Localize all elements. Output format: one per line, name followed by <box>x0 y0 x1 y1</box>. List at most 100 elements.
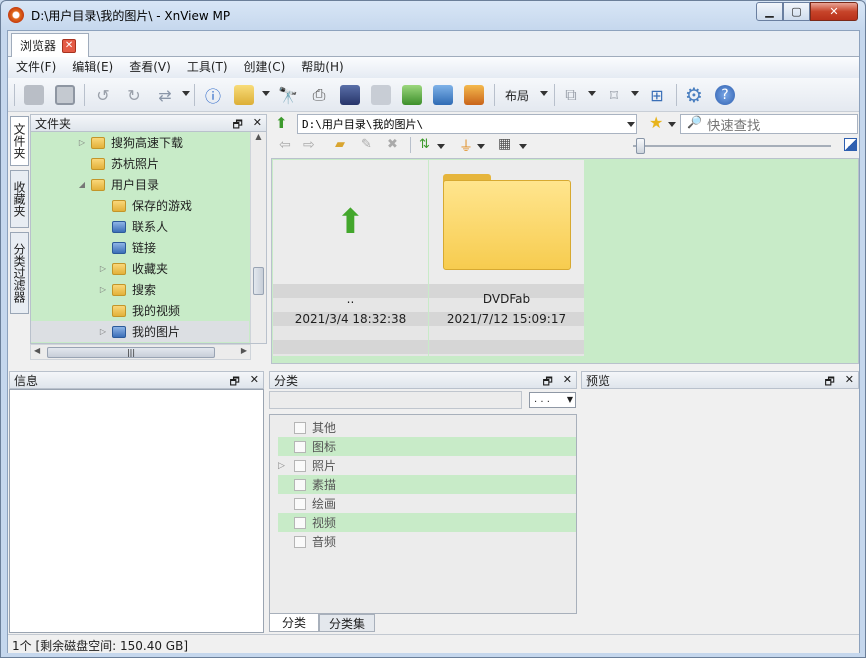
favorite-star-icon[interactable]: ★ <box>649 113 663 132</box>
category-checkbox[interactable] <box>294 497 306 510</box>
category-options-dropdown[interactable]: . . . ▼ <box>529 392 576 408</box>
thumbnail-folder[interactable]: DVDFab 2021/7/12 15:09:17 <box>429 160 584 356</box>
category-checkbox[interactable] <box>294 459 306 472</box>
compare-icon[interactable]: ⧉ <box>558 82 584 108</box>
menu-view[interactable]: 查看(V) <box>121 58 179 77</box>
category-item[interactable]: 图标 <box>278 437 576 456</box>
layout-dropdown-icon[interactable] <box>540 91 548 96</box>
tree-item[interactable]: ▷ 搜索 <box>31 279 249 300</box>
thumbnail-size-slider[interactable] <box>633 138 831 154</box>
wallpaper-icon[interactable] <box>461 82 487 108</box>
sort-dropdown-icon[interactable] <box>437 144 445 149</box>
float-panel-icon[interactable]: 🗗 <box>542 373 552 392</box>
rotate-right-icon[interactable]: ↻ <box>121 82 147 108</box>
view-mode-icon[interactable]: ▦ <box>498 136 511 152</box>
scrollbar-thumb[interactable]: ||| <box>47 347 215 358</box>
expand-icon[interactable]: ▷ <box>98 285 108 294</box>
tab-browser[interactable]: 浏览器 ✕ <box>11 33 89 57</box>
expand-icon[interactable]: ▷ <box>278 461 285 471</box>
category-item[interactable]: 绘画 <box>278 494 576 513</box>
forward-icon[interactable]: ⇨ <box>303 137 315 153</box>
slider-thumb[interactable] <box>636 138 645 154</box>
back-icon[interactable]: ⇦ <box>279 137 291 153</box>
compare-dropdown-icon[interactable] <box>588 91 596 96</box>
bookmark-dropdown-icon[interactable] <box>631 91 639 96</box>
help-icon[interactable]: ? <box>712 82 738 108</box>
category-search-input[interactable] <box>269 391 522 409</box>
category-item[interactable]: 视频 <box>278 513 576 532</box>
filter-icon[interactable]: ⏚ <box>459 136 473 156</box>
scroll-left-icon[interactable]: ◀ <box>34 346 40 355</box>
print-icon[interactable]: ⎙ <box>306 82 332 108</box>
category-checkbox[interactable] <box>294 516 306 529</box>
menu-create[interactable]: 创建(C) <box>236 58 294 77</box>
tree-item[interactable]: ▷ 搜狗高速下载 <box>31 132 249 153</box>
filter-dropdown-icon[interactable] <box>477 144 485 149</box>
rotate-left-icon[interactable]: ↺ <box>90 82 116 108</box>
expand-icon[interactable]: ▷ <box>98 327 108 336</box>
scan-icon[interactable] <box>337 82 363 108</box>
tree-item[interactable]: 联系人 <box>31 216 249 237</box>
expand-icon[interactable]: ▷ <box>77 138 87 147</box>
side-tab-favorites[interactable]: 收藏夹 <box>10 170 29 228</box>
tree-item[interactable]: ▷ 收藏夹 <box>31 258 249 279</box>
tab-category-sets[interactable]: 分类集 <box>319 614 375 632</box>
close-window-button[interactable]: ✕ <box>810 2 858 21</box>
quick-search-input[interactable] <box>680 114 858 134</box>
tree-item-selected[interactable]: ▷ 我的图片 <box>31 321 249 342</box>
batch-convert-icon[interactable] <box>368 82 394 108</box>
transform-icon[interactable]: ⇄ <box>152 82 178 108</box>
tree-vertical-scrollbar[interactable]: ▲ <box>250 132 266 343</box>
transform-dropdown-icon[interactable] <box>182 91 190 96</box>
menu-tools[interactable]: 工具(T) <box>179 58 236 77</box>
maximize-button[interactable]: ▢ <box>783 2 810 21</box>
category-checkbox[interactable] <box>294 421 306 434</box>
delete-icon[interactable]: ✖ <box>387 137 398 152</box>
menu-help[interactable]: 帮助(H) <box>293 58 351 77</box>
expand-icon[interactable]: ▷ <box>98 264 108 273</box>
open-with-dropdown-icon[interactable] <box>262 91 270 96</box>
menu-file[interactable]: 文件(F) <box>8 58 64 77</box>
path-dropdown-icon[interactable] <box>627 122 635 127</box>
scrollbar-thumb[interactable] <box>253 267 264 295</box>
new-folder-icon[interactable]: ▰ <box>335 137 345 152</box>
settings-gear-icon[interactable]: ⚙ <box>681 82 707 108</box>
convert-icon[interactable] <box>399 82 425 108</box>
scroll-up-icon[interactable]: ▲ <box>251 132 266 141</box>
category-item[interactable]: 素描 <box>278 475 576 494</box>
thumbnail-parent[interactable]: ⬆ .. 2021/3/4 18:32:38 <box>273 160 428 356</box>
tree-view-icon[interactable]: ⊞ <box>644 82 670 108</box>
favorite-dropdown-icon[interactable] <box>668 122 676 127</box>
tree-item[interactable]: 链接 <box>31 237 249 258</box>
tree-item[interactable]: 苏杭照片 <box>31 153 249 174</box>
properties-icon[interactable]: ⓘ <box>200 82 226 108</box>
capture-icon[interactable] <box>430 82 456 108</box>
layout-button[interactable]: 布局 <box>505 87 529 104</box>
category-checkbox[interactable] <box>294 535 306 548</box>
category-item[interactable]: ▷ 照片 <box>278 456 576 475</box>
zoom-max-icon[interactable] <box>844 138 857 151</box>
close-tab-icon[interactable]: ✕ <box>62 38 77 53</box>
minimize-button[interactable]: ▁ <box>756 2 783 21</box>
bookmark-icon[interactable]: ⌑ <box>601 82 627 108</box>
scroll-right-icon[interactable]: ▶ <box>241 346 247 355</box>
tree-item[interactable]: 我的视频 <box>31 300 249 321</box>
tab-categories[interactable]: 分类 <box>269 614 319 632</box>
side-tab-folders[interactable]: 文件夹 <box>10 116 29 166</box>
fullscreen-icon[interactable] <box>52 82 78 108</box>
view-mode-dropdown-icon[interactable] <box>519 144 527 149</box>
tree-item[interactable]: 保存的游戏 <box>31 195 249 216</box>
category-checkbox[interactable] <box>294 478 306 491</box>
close-panel-icon[interactable]: ✕ <box>563 373 572 392</box>
menu-edit[interactable]: 编辑(E) <box>64 58 121 77</box>
go-up-icon[interactable]: ⬆ <box>275 114 288 132</box>
category-item[interactable]: 音频 <box>278 532 576 551</box>
sort-icon[interactable]: ⇅ <box>419 137 430 152</box>
slideshow-icon[interactable] <box>21 82 47 108</box>
find-icon[interactable]: 🔭 <box>275 82 301 108</box>
tree-horizontal-scrollbar[interactable]: ◀ ||| ▶ <box>30 344 251 360</box>
category-checkbox[interactable] <box>294 440 306 453</box>
tree-item[interactable]: ◢ 用户目录 <box>31 174 249 195</box>
path-input[interactable] <box>297 114 637 134</box>
side-tab-category-filter[interactable]: 分类过滤器 <box>10 232 29 314</box>
